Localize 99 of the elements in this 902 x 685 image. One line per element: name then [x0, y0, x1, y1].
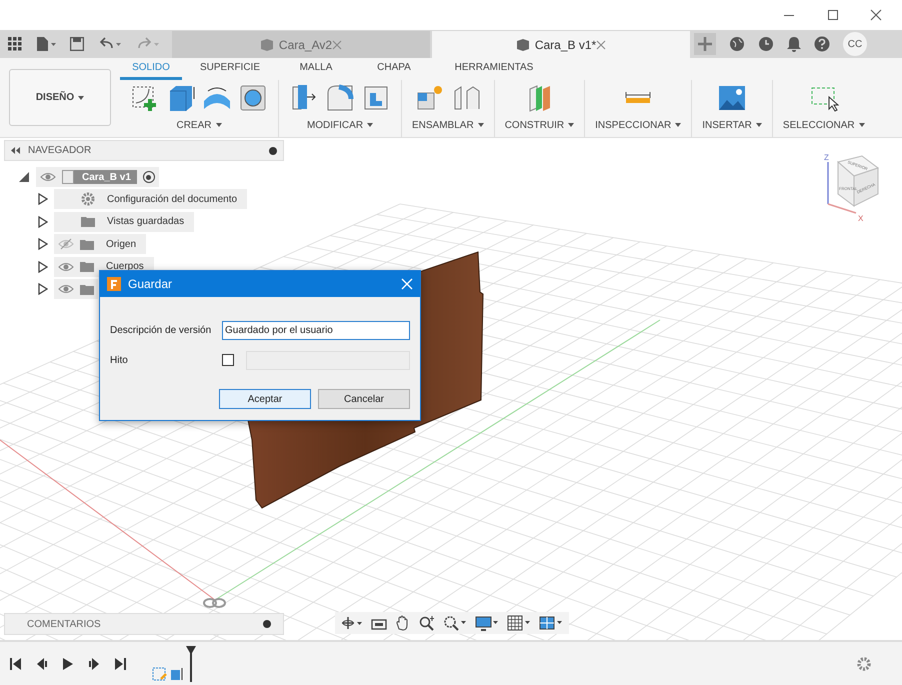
folder-icon	[81, 216, 95, 228]
dialog-title: Guardar	[128, 276, 174, 293]
panel-title: NAVEGADOR	[28, 144, 92, 158]
bell-icon[interactable]	[787, 36, 801, 52]
axis-label: X	[858, 214, 864, 222]
app-logo-icon	[107, 277, 121, 291]
ribbon-group-menu[interactable]: SELECCIONAR	[782, 118, 865, 133]
folder-icon	[80, 261, 94, 272]
workspace-button[interactable]: DISEÑO	[9, 69, 111, 126]
help-icon[interactable]	[814, 36, 830, 52]
eye-icon[interactable]	[40, 171, 56, 183]
ribbon-tab[interactable]: CHAPA	[354, 58, 434, 80]
grid-icon[interactable]	[507, 615, 531, 631]
tree-item[interactable]: Vistas guardadas	[54, 212, 194, 232]
add-icon[interactable]	[263, 620, 271, 628]
app-grid-icon[interactable]	[8, 37, 22, 51]
ribbon-group-menu[interactable]: INSPECCIONAR	[595, 118, 682, 133]
plus-icon[interactable]	[694, 33, 716, 55]
settings-icon[interactable]	[856, 656, 872, 672]
tree-item[interactable]	[54, 279, 98, 300]
tree-label: Vistas guardadas	[107, 215, 186, 230]
timeline-marker-icon[interactable]	[186, 646, 196, 682]
collapse-icon[interactable]	[11, 147, 20, 154]
zoom-icon[interactable]	[419, 615, 435, 631]
caret-icon	[568, 123, 574, 128]
panel-title: COMENTARIOS	[27, 618, 102, 632]
caret-icon	[478, 123, 484, 128]
ribbon-group-menu[interactable]: INSERTAR	[702, 118, 762, 133]
collapsed-triangle-icon[interactable]	[38, 238, 48, 250]
collapsed-triangle-icon[interactable]	[38, 216, 48, 228]
undo-icon[interactable]	[98, 37, 122, 51]
expanded-triangle-icon[interactable]	[18, 171, 30, 183]
collapsed-triangle-icon[interactable]	[38, 260, 48, 273]
globe-icon[interactable]	[729, 36, 745, 52]
caret-icon	[756, 123, 762, 128]
ribbon-group-menu[interactable]: CONSTRUIR	[504, 118, 574, 133]
ribbon-group-menu[interactable]: ENSAMBLAR	[412, 118, 484, 133]
cube-icon	[260, 38, 274, 51]
fillet-icon[interactable]	[325, 83, 355, 113]
cube-icon	[516, 38, 530, 51]
caret-icon	[78, 96, 84, 100]
root-label: Cara_B v1	[82, 170, 131, 184]
skip-start-icon[interactable]	[10, 656, 22, 670]
active-radio-icon[interactable]	[142, 171, 155, 183]
skip-end-icon[interactable]	[114, 656, 126, 670]
ribbon-group-menu[interactable]: CREAR	[176, 118, 222, 133]
checkbox[interactable]	[222, 354, 234, 366]
maximize-icon[interactable]	[828, 10, 838, 20]
tree-label: Configuración del documento	[107, 192, 238, 207]
ribbon-tab[interactable]: SOLIDO	[120, 58, 182, 80]
tree-label: Origen	[106, 238, 138, 252]
step-back-icon[interactable]	[36, 656, 48, 670]
tree-item[interactable]: Origen	[54, 234, 146, 254]
input-field[interactable]: Guardado por el usuario	[222, 320, 410, 340]
user-avatar[interactable]: CC	[843, 32, 867, 56]
comments-panel[interactable]: COMENTARIOS	[4, 613, 284, 635]
hole-icon[interactable]	[238, 83, 268, 113]
zoom-window-icon[interactable]	[443, 615, 467, 631]
caret-icon	[367, 123, 374, 128]
component-icon	[62, 170, 74, 184]
save-icon[interactable]	[70, 37, 84, 51]
folder-icon	[80, 284, 94, 295]
clock-icon[interactable]	[758, 36, 774, 52]
orbit-icon[interactable]	[341, 616, 363, 630]
axis-label: Z	[824, 153, 829, 162]
minimize-icon[interactable]	[784, 14, 794, 16]
close-icon[interactable]	[870, 9, 882, 21]
origin-icon	[203, 598, 226, 608]
play-icon[interactable]	[62, 656, 74, 670]
folder-icon	[80, 238, 94, 250]
file-icon[interactable]	[36, 37, 56, 51]
eye-icon[interactable]	[58, 260, 74, 273]
document-tab[interactable]: Cara_B v1*	[432, 31, 690, 58]
ribbon-tab[interactable]: MALLA	[278, 58, 354, 80]
dialog-button[interactable]: Aceptar	[219, 389, 311, 409]
tree-label: Cuerpos	[106, 260, 145, 274]
viewports-icon[interactable]	[539, 615, 563, 631]
step-forward-icon[interactable]	[88, 656, 100, 670]
field-label: Hito	[110, 354, 129, 368]
dialog-button[interactable]: Cancelar	[318, 389, 410, 409]
display-icon[interactable]	[475, 615, 499, 631]
field-label: Descripción de versión	[110, 324, 212, 338]
caret-icon	[216, 123, 222, 128]
eye-icon[interactable]	[58, 283, 74, 296]
close-icon[interactable]	[596, 40, 606, 50]
image-icon[interactable]	[717, 83, 748, 113]
tree-item[interactable]: Configuración del documento	[54, 189, 248, 210]
ribbon-tab[interactable]: SUPERFICIE	[182, 58, 278, 80]
view-cube-drawing[interactable]	[827, 155, 880, 214]
collapsed-triangle-icon[interactable]	[38, 283, 48, 296]
caret-icon	[675, 123, 682, 128]
extrude-feature-icon[interactable]	[170, 666, 184, 682]
ribbon-tab[interactable]: HERRAMIENTAS	[434, 58, 554, 80]
ribbon-group-menu[interactable]: MODIFICAR	[306, 118, 374, 133]
navigator-header[interactable]: NAVEGADOR	[4, 140, 284, 161]
caret-icon	[858, 123, 865, 128]
settings-icon	[81, 192, 95, 206]
collapsed-triangle-icon[interactable]	[38, 193, 48, 206]
pin-icon[interactable]	[269, 146, 277, 154]
